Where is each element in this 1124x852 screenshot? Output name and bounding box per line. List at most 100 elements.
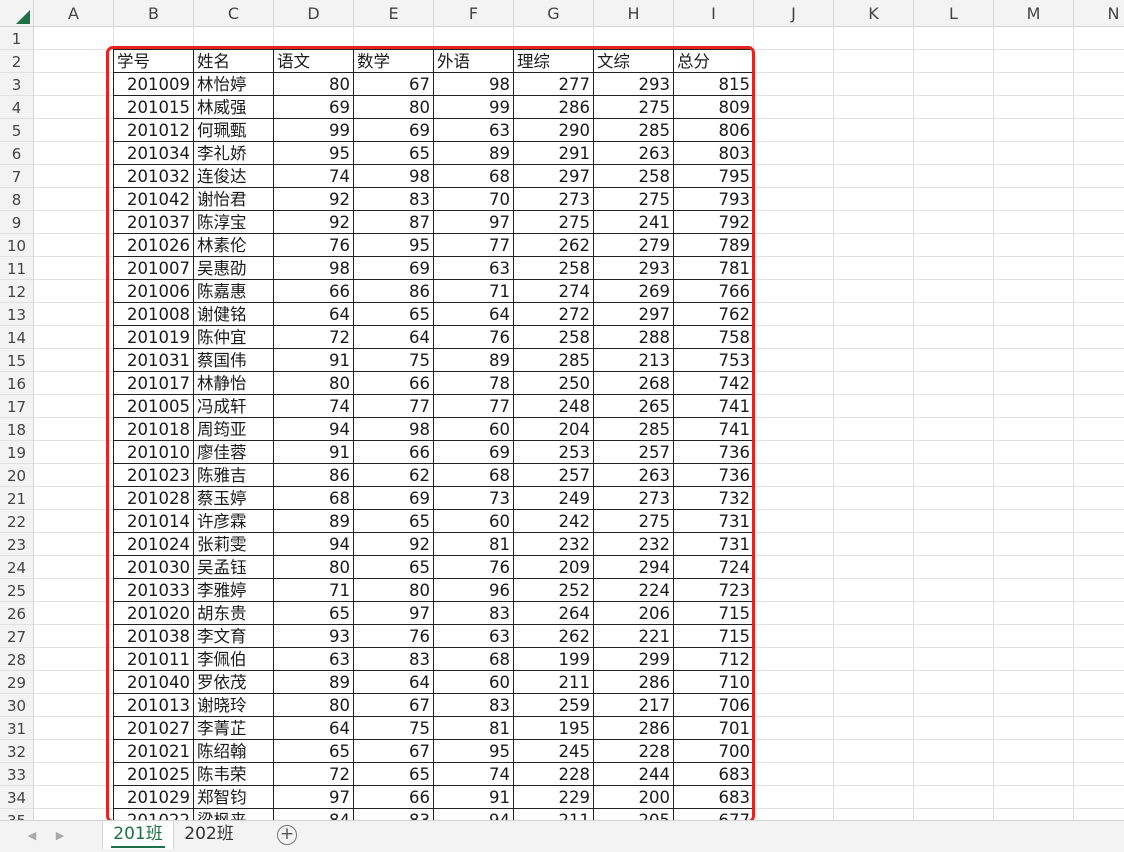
table-cell[interactable]: 94 (274, 418, 354, 441)
table-cell[interactable]: 789 (674, 234, 754, 257)
table-cell[interactable]: 吴惠劭 (194, 257, 274, 280)
table-cell[interactable]: 252 (514, 579, 594, 602)
table-cell[interactable]: 742 (674, 372, 754, 395)
table-cell[interactable]: 87 (354, 211, 434, 234)
table-cell[interactable]: 91 (274, 349, 354, 372)
table-cell[interactable]: 201005 (113, 395, 194, 418)
table-cell[interactable]: 199 (514, 648, 594, 671)
table-header-cell[interactable]: 总分 (674, 49, 754, 73)
row-header[interactable]: 9 (0, 211, 34, 234)
table-cell[interactable]: 86 (354, 280, 434, 303)
table-cell[interactable]: 712 (674, 648, 754, 671)
table-cell[interactable]: 67 (354, 694, 434, 717)
table-cell[interactable]: 262 (514, 625, 594, 648)
table-cell[interactable]: 732 (674, 487, 754, 510)
table-cell[interactable]: 74 (274, 165, 354, 188)
table-cell[interactable]: 201017 (113, 372, 194, 395)
table-cell[interactable]: 陈绍翰 (194, 740, 274, 763)
table-cell[interactable]: 793 (674, 188, 754, 211)
table-cell[interactable]: 林素伦 (194, 234, 274, 257)
table-cell[interactable]: 201014 (113, 510, 194, 533)
table-cell[interactable]: 201008 (113, 303, 194, 326)
row-header[interactable]: 7 (0, 165, 34, 188)
row-header[interactable]: 33 (0, 763, 34, 786)
table-cell[interactable]: 91 (274, 441, 354, 464)
column-header-m[interactable]: M (994, 0, 1074, 27)
column-header-a[interactable]: A (34, 0, 114, 27)
table-cell[interactable]: 248 (514, 395, 594, 418)
row-header[interactable]: 34 (0, 786, 34, 809)
table-cell[interactable]: 731 (674, 510, 754, 533)
table-header-cell[interactable]: 理综 (514, 49, 594, 73)
table-cell[interactable]: 265 (594, 395, 674, 418)
row-header[interactable]: 25 (0, 579, 34, 602)
table-cell[interactable]: 94 (434, 809, 514, 820)
column-header-i[interactable]: I (674, 0, 754, 27)
table-cell[interactable]: 275 (594, 188, 674, 211)
table-cell[interactable]: 60 (434, 418, 514, 441)
table-cell[interactable]: 723 (674, 579, 754, 602)
table-cell[interactable]: 229 (514, 786, 594, 809)
table-cell[interactable]: 64 (274, 303, 354, 326)
table-cell[interactable]: 李菁芷 (194, 717, 274, 740)
table-cell[interactable]: 293 (594, 257, 674, 280)
table-cell[interactable]: 80 (274, 73, 354, 96)
table-cell[interactable]: 96 (434, 579, 514, 602)
row-header[interactable]: 23 (0, 533, 34, 556)
table-cell[interactable]: 211 (514, 671, 594, 694)
row-header[interactable]: 15 (0, 349, 34, 372)
table-cell[interactable]: 95 (354, 234, 434, 257)
table-cell[interactable]: 梁枫来 (194, 809, 274, 820)
table-cell[interactable]: 89 (274, 510, 354, 533)
table-cell[interactable]: 291 (514, 142, 594, 165)
table-cell[interactable]: 周筠亚 (194, 418, 274, 441)
table-cell[interactable]: 63 (434, 119, 514, 142)
table-cell[interactable]: 195 (514, 717, 594, 740)
table-cell[interactable]: 269 (594, 280, 674, 303)
table-cell[interactable]: 83 (354, 809, 434, 820)
table-cell[interactable]: 68 (434, 464, 514, 487)
table-cell[interactable]: 99 (274, 119, 354, 142)
table-cell[interactable]: 98 (274, 257, 354, 280)
plus-circle-icon[interactable]: + (277, 825, 297, 845)
table-cell[interactable]: 741 (674, 418, 754, 441)
table-cell[interactable]: 201029 (113, 786, 194, 809)
table-header-cell[interactable]: 姓名 (194, 49, 274, 73)
table-cell[interactable]: 李佩伯 (194, 648, 274, 671)
row-header[interactable]: 28 (0, 648, 34, 671)
table-cell[interactable]: 71 (274, 579, 354, 602)
table-cell[interactable]: 792 (674, 211, 754, 234)
table-cell[interactable]: 275 (594, 96, 674, 119)
table-cell[interactable]: 罗依茂 (194, 671, 274, 694)
table-cell[interactable]: 803 (674, 142, 754, 165)
table-cell[interactable]: 677 (674, 809, 754, 820)
table-cell[interactable]: 80 (274, 372, 354, 395)
row-header[interactable]: 2 (0, 50, 34, 73)
table-cell[interactable]: 95 (274, 142, 354, 165)
table-cell[interactable]: 200 (594, 786, 674, 809)
table-cell[interactable]: 连俊达 (194, 165, 274, 188)
column-header-c[interactable]: C (194, 0, 274, 27)
table-cell[interactable]: 241 (594, 211, 674, 234)
table-cell[interactable]: 724 (674, 556, 754, 579)
table-cell[interactable]: 221 (594, 625, 674, 648)
table-cell[interactable]: 263 (594, 464, 674, 487)
table-cell[interactable]: 76 (354, 625, 434, 648)
table-cell[interactable]: 蔡国伟 (194, 349, 274, 372)
table-cell[interactable]: 258 (514, 257, 594, 280)
table-cell[interactable]: 陈韦荣 (194, 763, 274, 786)
table-cell[interactable]: 209 (514, 556, 594, 579)
table-cell[interactable]: 201034 (113, 142, 194, 165)
table-cell[interactable]: 205 (594, 809, 674, 820)
table-cell[interactable]: 228 (514, 763, 594, 786)
column-header-f[interactable]: F (434, 0, 514, 27)
row-header[interactable]: 16 (0, 372, 34, 395)
table-cell[interactable]: 297 (514, 165, 594, 188)
table-cell[interactable]: 胡东贵 (194, 602, 274, 625)
table-cell[interactable]: 72 (274, 763, 354, 786)
table-cell[interactable]: 77 (434, 395, 514, 418)
table-cell[interactable]: 781 (674, 257, 754, 280)
table-cell[interactable]: 74 (434, 763, 514, 786)
table-cell[interactable]: 285 (514, 349, 594, 372)
table-cell[interactable]: 74 (274, 395, 354, 418)
